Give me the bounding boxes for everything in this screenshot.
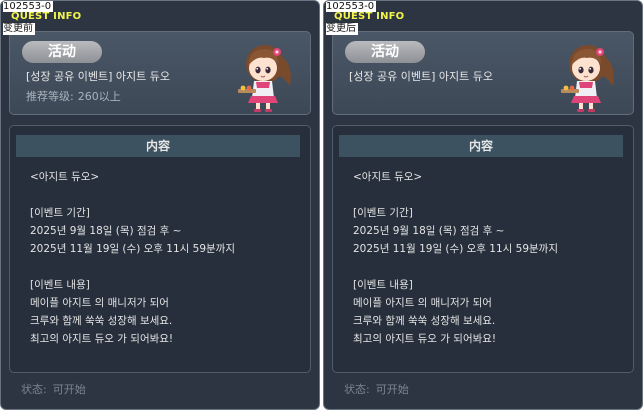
content-line: <아지트 듀오> <box>353 171 423 183</box>
quest-title: [성장 공유 이벤트] 아지트 듀오 <box>349 70 494 83</box>
level-label: 推荐等级: <box>26 90 74 103</box>
quest-header: 活动 [성장 공유 이벤트] 아지트 듀오 <box>332 31 634 115</box>
content-body: <아지트 듀오> [이벤트 기간] 2025년 9월 18일 (목) 점검 후 … <box>353 168 623 348</box>
status-value: 可开始 <box>52 383 86 396</box>
quest-info-panel-after: 活动 [성장 공유 이벤트] 아지트 듀오 内容 <아지트 듀오> [이벤트 기… <box>323 0 643 410</box>
level-value: 260以上 <box>77 90 121 103</box>
quest-id: 102553-0 <box>3 1 54 12</box>
content-header: 内容 <box>339 135 623 157</box>
quest-title: [성장 공유 이벤트] 아지트 듀오 <box>26 70 171 83</box>
content-line <box>353 186 623 204</box>
version-label: 变更前 <box>3 23 35 35</box>
recommended-level: 推荐等级: 260以上 <box>26 90 121 104</box>
status-value: 可开始 <box>375 383 409 396</box>
content-line: <아지트 듀오> <box>30 171 100 183</box>
content-header: 内容 <box>16 135 300 157</box>
category-badge: 活动 <box>22 41 102 63</box>
quest-header: 活动 [성장 공유 이벤트] 아지트 듀오 推荐等级: 260以上 <box>9 31 311 115</box>
quest-status: 状态: 可开始 <box>344 383 409 397</box>
content-line: 크루와 함께 쑥쑥 성장해 보세요. <box>30 315 173 327</box>
content-line: 크루와 함께 쑥쑥 성장해 보세요. <box>353 315 496 327</box>
content-line: 메이플 아지트 의 매니저가 되어 <box>353 297 492 309</box>
content-body: <아지트 듀오> [이벤트 기간] 2025년 9월 18일 (목) 점검 후 … <box>30 168 300 348</box>
content-line: 2025년 9월 18일 (목) 점검 후 ~ <box>30 225 182 237</box>
window-title: QUEST INFO <box>11 11 82 22</box>
npc-girl-character-icon <box>561 45 614 112</box>
content-line: 2025년 11월 19일 (수) 오후 11시 59분까지 <box>353 243 558 255</box>
quest-info-panel-before: 活动 [성장 공유 이벤트] 아지트 듀오 推荐等级: 260以上 内容 <아지… <box>0 0 320 410</box>
content-line: [이벤트 기간] <box>353 207 413 219</box>
quest-status: 状态: 可开始 <box>21 383 86 397</box>
category-badge: 活动 <box>345 41 425 63</box>
status-label: 状态: <box>344 383 370 396</box>
content-line: [이벤트 내용] <box>353 279 413 291</box>
content-box: 内容 <아지트 듀오> [이벤트 기간] 2025년 9월 18일 (목) 점검… <box>332 125 634 373</box>
content-line <box>30 186 300 204</box>
quest-id: 102553-0 <box>326 1 377 12</box>
content-line: 최고의 아지트 듀오 가 되어봐요! <box>353 333 497 345</box>
content-line: 2025년 9월 18일 (목) 점검 후 ~ <box>353 225 505 237</box>
content-line: 메이플 아지트 의 매니저가 되어 <box>30 297 169 309</box>
npc-girl-character-icon <box>238 45 291 112</box>
content-line: 2025년 11월 19일 (수) 오후 11시 59분까지 <box>30 243 235 255</box>
content-line: [이벤트 기간] <box>30 207 90 219</box>
content-line <box>30 258 300 276</box>
version-label: 变更后 <box>326 23 358 35</box>
content-box: 内容 <아지트 듀오> [이벤트 기간] 2025년 9월 18일 (목) 점검… <box>9 125 311 373</box>
status-label: 状态: <box>21 383 47 396</box>
content-line: 최고의 아지트 듀오 가 되어봐요! <box>30 333 174 345</box>
content-line: [이벤트 내용] <box>30 279 90 291</box>
window-title: QUEST INFO <box>334 11 405 22</box>
content-line <box>353 258 623 276</box>
